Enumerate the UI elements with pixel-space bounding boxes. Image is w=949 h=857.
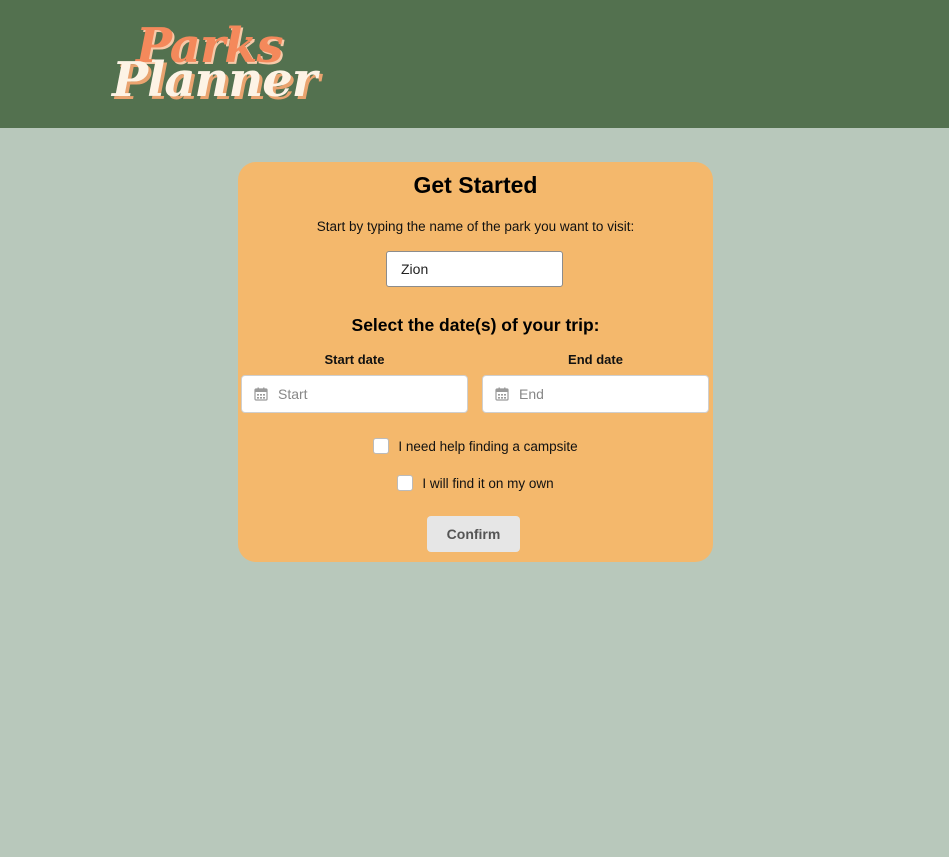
end-date-field[interactable]	[482, 375, 709, 413]
end-date-input[interactable]	[519, 376, 699, 412]
calendar-icon	[495, 387, 509, 401]
get-started-card: Get Started Start by typing the name of …	[238, 162, 713, 562]
calendar-icon	[254, 387, 268, 401]
card-title: Get Started	[413, 172, 538, 198]
find-own-option[interactable]: I will find it on my own	[238, 473, 713, 493]
confirm-button[interactable]: Confirm	[427, 516, 520, 552]
end-date-label: End date	[568, 352, 623, 367]
start-date-field[interactable]	[241, 375, 468, 413]
park-search-input[interactable]	[386, 251, 563, 287]
find-own-label[interactable]: I will find it on my own	[422, 476, 553, 491]
logo-word-planner: Planner	[112, 52, 317, 108]
app-header: Parks Planner	[0, 0, 949, 128]
start-date-input[interactable]	[278, 376, 458, 412]
campsite-help-option[interactable]: I need help finding a campsite	[238, 436, 713, 456]
campsite-help-label[interactable]: I need help finding a campsite	[398, 439, 577, 454]
find-own-checkbox[interactable]	[397, 475, 414, 491]
park-prompt: Start by typing the name of the park you…	[316, 219, 635, 234]
campsite-help-checkbox[interactable]	[373, 438, 390, 454]
start-date-label: Start date	[324, 352, 385, 367]
parks-planner-logo[interactable]: Parks Planner	[112, 18, 352, 108]
dates-heading: Select the date(s) of your trip:	[351, 315, 600, 335]
